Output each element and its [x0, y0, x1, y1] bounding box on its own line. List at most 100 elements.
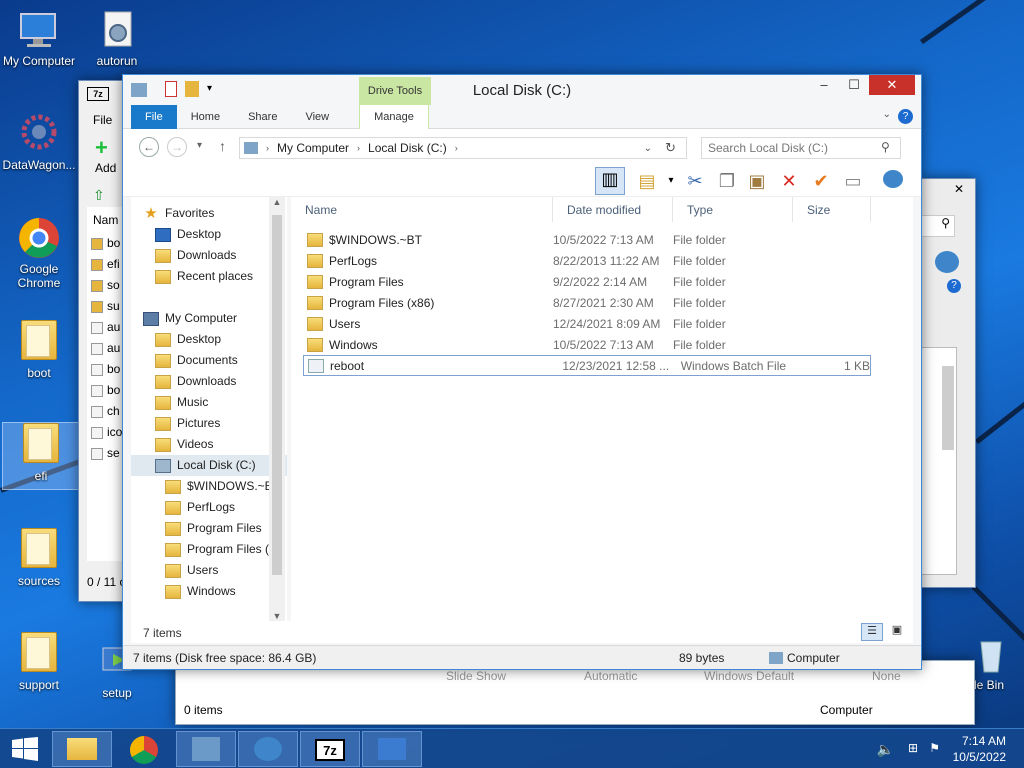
large-icons-view-button[interactable]: ▣: [887, 623, 907, 641]
up-button[interactable]: ↑: [219, 138, 226, 154]
nav-disk-windows[interactable]: Windows: [131, 581, 287, 602]
nav-fav-downloads[interactable]: Downloads: [131, 245, 287, 266]
close-icon[interactable]: ✕: [947, 179, 971, 199]
taskbar-explorer[interactable]: [52, 731, 112, 767]
network-icon[interactable]: ⊞: [908, 741, 918, 755]
address-bar[interactable]: › My Computer › Local Disk (C:) › ⌄ ↻: [239, 137, 687, 159]
nav-pc-pictures[interactable]: Pictures: [131, 413, 287, 434]
file-date: 10/5/2022 7:13 AM: [553, 232, 654, 247]
shell-icon[interactable]: [881, 170, 905, 192]
recent-locations-icon[interactable]: ▾: [197, 140, 202, 151]
7z-add-button[interactable]: Add: [95, 161, 116, 175]
column-header-size[interactable]: Size: [793, 197, 871, 222]
breadcrumb-local-disk[interactable]: Local Disk (C:): [368, 141, 447, 155]
minimize-button[interactable]: –: [809, 75, 839, 95]
start-button[interactable]: [12, 737, 38, 764]
column-header-name[interactable]: Name: [291, 197, 553, 222]
tab-manage[interactable]: Manage: [359, 104, 429, 129]
forward-button[interactable]: →: [167, 137, 187, 157]
computer-icon: [143, 311, 159, 326]
folder-icon: [17, 320, 61, 364]
nav-disk-program-files[interactable]: Program Files: [131, 518, 287, 539]
desktop-icon-label: sources: [17, 574, 61, 588]
file-row[interactable]: Program Files (x86) 8/27/2021 2:30 AM File…: [291, 292, 913, 313]
tab-view[interactable]: View: [291, 105, 343, 129]
maximize-button[interactable]: ☐: [839, 75, 869, 95]
explorer-window[interactable]: ▾ Drive Tools Local Disk (C:) – ☐ ✕ File…: [122, 74, 922, 670]
volume-muted-icon[interactable]: 🔈: [877, 741, 894, 758]
desktop-icon-sources[interactable]: sources: [0, 528, 78, 588]
scroll-up-icon[interactable]: ▲: [269, 197, 285, 207]
nav-pc-music[interactable]: Music: [131, 392, 287, 413]
file-list[interactable]: Name Date modified Type Size $WINDOWS.~B…: [291, 197, 913, 621]
search-icon[interactable]: ⚲: [921, 215, 955, 237]
collapse-ribbon-icon[interactable]: ⌄: [883, 109, 891, 120]
nav-fav-desktop[interactable]: Desktop: [131, 224, 287, 245]
nav-local-disk[interactable]: Local Disk (C:): [131, 455, 287, 476]
taskbar-shell[interactable]: [238, 731, 298, 767]
file-row[interactable]: $WINDOWS.~BT 10/5/2022 7:13 AM File folder: [291, 229, 913, 250]
taskbar-chrome[interactable]: [114, 731, 174, 767]
action-center-icon[interactable]: ⚑: [929, 741, 940, 755]
paste-icon[interactable]: ▣: [745, 170, 769, 192]
delete-icon[interactable]: ✕: [777, 170, 801, 192]
tab-home[interactable]: Home: [177, 105, 234, 129]
nav-disk-program-files-x86[interactable]: Program Files (: [131, 539, 287, 560]
title-bar[interactable]: ▾ Drive Tools Local Disk (C:) – ☐ ✕: [123, 75, 921, 105]
nav-pc-videos[interactable]: Videos: [131, 434, 287, 455]
taskbar-control-panel[interactable]: [176, 731, 236, 767]
checkmark-icon[interactable]: ✔: [809, 170, 833, 192]
nav-my-computer[interactable]: My Computer: [131, 308, 287, 329]
file-row[interactable]: Windows 10/5/2022 7:13 AM File folder: [291, 334, 913, 355]
nav-pc-downloads[interactable]: Downloads: [131, 371, 287, 392]
nav-fav-recent[interactable]: Recent places: [131, 266, 287, 287]
file-row[interactable]: PerfLogs 8/22/2013 11:22 AM File folder: [291, 250, 913, 271]
cut-icon[interactable]: ✂: [683, 170, 707, 192]
details-view-button[interactable]: ☰: [861, 623, 883, 641]
nav-favorites[interactable]: ★ Favorites: [131, 203, 287, 224]
search-input[interactable]: Search Local Disk (C:): [701, 137, 901, 159]
tab-file[interactable]: File: [131, 104, 177, 129]
breadcrumb-my-computer[interactable]: My Computer: [277, 141, 349, 155]
desktop-icon-my-computer[interactable]: My Computer: [0, 8, 78, 68]
file-row[interactable]: Users 12/24/2021 8:09 AM File folder: [291, 313, 913, 334]
copy-icon[interactable]: ❐: [715, 170, 739, 192]
7z-file-menu[interactable]: File: [93, 113, 112, 127]
tab-share[interactable]: Share: [234, 105, 291, 129]
folder-options-icon[interactable]: ▤: [635, 170, 659, 192]
nav-disk-users[interactable]: Users: [131, 560, 287, 581]
desktop-icon-support[interactable]: support: [0, 632, 78, 692]
help-icon[interactable]: ?: [947, 279, 961, 293]
navigation-pane[interactable]: ★ Favorites Desktop Downloads Recent plac…: [131, 197, 287, 621]
dropdown-icon[interactable]: ▾: [659, 170, 683, 192]
background-window[interactable]: ✕ ⚲ ?: [920, 178, 976, 588]
column-header-date[interactable]: Date modified: [553, 197, 673, 222]
scrollbar-thumb[interactable]: [272, 215, 282, 575]
nav-disk-perflogs[interactable]: PerfLogs: [131, 497, 287, 518]
nav-scrollbar[interactable]: ▲ ▼: [269, 197, 285, 621]
taskbar-7zip[interactable]: 7z: [300, 731, 360, 767]
nav-disk-windows-bt[interactable]: $WINDOWS.~B: [131, 476, 287, 497]
scroll-down-icon[interactable]: ▼: [269, 611, 285, 621]
help-icon[interactable]: ?: [898, 109, 913, 124]
nav-pc-desktop[interactable]: Desktop: [131, 329, 287, 350]
shell-icon[interactable]: [935, 251, 959, 273]
desktop-icon-boot[interactable]: boot: [0, 320, 78, 380]
refresh-icon[interactable]: ↻: [665, 140, 676, 156]
back-button[interactable]: ←: [139, 137, 159, 157]
address-dropdown-icon[interactable]: ⌄: [644, 143, 652, 154]
column-header-type[interactable]: Type: [673, 197, 793, 222]
desktop-icon-autorun[interactable]: autorun: [78, 8, 156, 68]
desktop-icon-chrome[interactable]: Google Chrome: [0, 216, 78, 290]
close-button[interactable]: ✕: [869, 75, 915, 95]
file-row[interactable]: reboot 12/23/2021 12:58 ... Windows Batch …: [303, 355, 871, 376]
desktop-icon-efi[interactable]: efi: [2, 422, 80, 490]
taskbar-setup[interactable]: [362, 731, 422, 767]
preview-pane-button[interactable]: ▥: [595, 167, 625, 195]
scrollbar-thumb[interactable]: [942, 366, 954, 450]
file-row[interactable]: Program Files 9/2/2022 2:14 AM File folder: [291, 271, 913, 292]
desktop-icon-datawagon[interactable]: DataWagon...: [0, 112, 78, 172]
nav-pc-documents[interactable]: Documents: [131, 350, 287, 371]
clock[interactable]: 7:14 AM 10/5/2022: [953, 733, 1006, 765]
rename-icon[interactable]: ▭: [841, 170, 865, 192]
